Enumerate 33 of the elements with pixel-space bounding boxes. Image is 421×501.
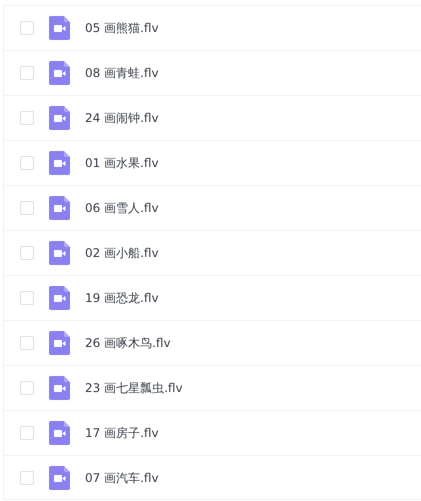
file-name[interactable]: 24 画闹钟.flv (85, 109, 159, 127)
file-name[interactable]: 08 画青蛙.flv (85, 64, 159, 82)
file-name[interactable]: 19 画恐龙.flv (85, 289, 159, 307)
checkbox[interactable] (20, 21, 34, 35)
file-name[interactable]: 01 画水果.flv (85, 154, 159, 172)
video-file-icon (49, 241, 70, 265)
checkbox[interactable] (20, 291, 34, 305)
file-name[interactable]: 05 画熊猫.flv (85, 19, 159, 37)
file-name[interactable]: 02 画小船.flv (85, 244, 159, 262)
video-file-icon (49, 376, 70, 400)
checkbox[interactable] (20, 156, 34, 170)
file-name[interactable]: 26 画啄木鸟.flv (85, 334, 171, 352)
video-file-icon (49, 61, 70, 85)
video-file-icon (49, 16, 70, 40)
checkbox[interactable] (20, 426, 34, 440)
file-name[interactable]: 06 画雪人.flv (85, 199, 159, 217)
video-file-icon (49, 421, 70, 445)
file-name[interactable]: 17 画房子.flv (85, 424, 159, 442)
checkbox[interactable] (20, 336, 34, 350)
checkbox[interactable] (20, 470, 34, 484)
video-file-icon (49, 466, 70, 490)
checkbox[interactable] (20, 246, 34, 260)
file-name[interactable]: 23 画七星瓢虫.flv (85, 379, 183, 397)
video-file-icon (49, 106, 70, 130)
video-file-icon (49, 331, 70, 355)
video-file-icon (49, 196, 70, 220)
checkbox[interactable] (20, 201, 34, 215)
checkbox[interactable] (20, 66, 34, 80)
video-file-icon (49, 151, 70, 175)
checkbox[interactable] (20, 111, 34, 125)
file-name[interactable]: 07 画汽车.flv (85, 468, 159, 486)
checkbox[interactable] (20, 381, 34, 395)
video-file-icon (49, 286, 70, 310)
